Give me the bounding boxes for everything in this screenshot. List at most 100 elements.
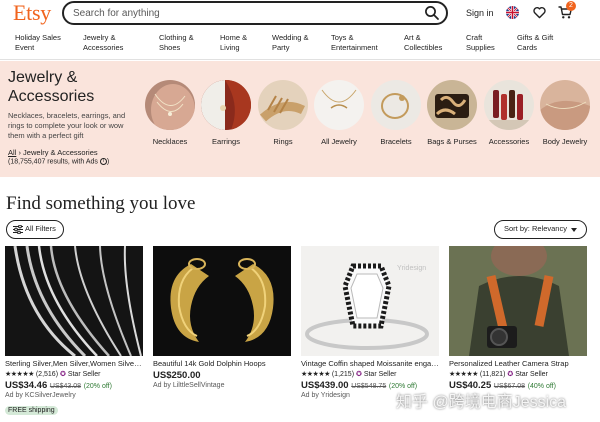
results-count-close: ) xyxy=(106,158,110,166)
site-header: Etsy Sign in 2 xyxy=(0,0,600,28)
subcategory-label: Bracelets xyxy=(380,137,412,146)
ad-by-shop[interactable]: Ad by KCSilverJewelry xyxy=(5,392,143,399)
star-seller-icon: ✪ xyxy=(355,371,362,378)
page-title: Jewelry & Accessories xyxy=(8,69,95,105)
sort-label: Sort by: xyxy=(504,224,530,233)
subcategory-body-jewelry[interactable]: Body Jewelry xyxy=(540,80,590,146)
category-link[interactable]: Craft Supplies xyxy=(466,33,506,53)
all-filters-button[interactable]: All Filters xyxy=(6,220,64,239)
subcategory-label: Body Jewelry xyxy=(542,137,588,146)
listing-title[interactable]: Vintage Coffin shaped Moissanite engagem… xyxy=(301,359,439,368)
subcategory-all-jewelry[interactable]: All Jewelry xyxy=(314,80,364,146)
category-link[interactable]: Holiday Sales Event xyxy=(15,33,73,53)
listing-rating: ★★★★★ (11,821) ✪ Star Seller xyxy=(449,370,587,378)
category-link[interactable]: Home & Living xyxy=(220,33,260,53)
all-jewelry-image xyxy=(314,80,364,130)
filter-sliders-icon xyxy=(13,225,23,234)
subcategory-label: Bags & Purses xyxy=(427,137,477,146)
listing-rating: ★★★★★ (2,516) ✪ Star Seller xyxy=(5,370,143,378)
bags-image xyxy=(427,80,477,130)
category-link[interactable]: Jewelry & Accessories xyxy=(83,33,141,53)
star-seller-icon: ✪ xyxy=(507,371,514,378)
category-link[interactable]: Toys & Entertainment xyxy=(331,33,391,53)
svg-text:Yridesign: Yridesign xyxy=(397,265,426,272)
listing-rating: ★★★★★ (1,215) ✪ Star Seller xyxy=(301,370,439,378)
earrings-image xyxy=(201,80,251,130)
star-seller-label: Star Seller xyxy=(67,371,101,378)
subcategory-accessories[interactable]: Accessories xyxy=(484,80,534,146)
uk-flag-icon[interactable] xyxy=(506,6,519,19)
breadcrumb: All › Jewelry & Accessories xyxy=(8,148,98,157)
listing-price: US$250.00 xyxy=(153,370,291,381)
review-count: (2,516) xyxy=(35,371,59,378)
category-link[interactable]: Wedding & Party xyxy=(272,33,320,53)
rating-stars: ★★★★★ xyxy=(5,371,34,378)
subcategory-label: Earrings xyxy=(212,137,240,146)
accessories-image xyxy=(484,80,534,130)
listing-card[interactable]: Sterling Silver,Men Silver,Women Silver … xyxy=(5,246,143,417)
current-price: US$250.00 xyxy=(153,370,201,381)
search-input[interactable] xyxy=(73,6,403,21)
category-hero: Jewelry & Accessories Necklaces, bracele… xyxy=(0,61,600,177)
breadcrumb-separator: › xyxy=(18,148,21,157)
breadcrumb-all-link[interactable]: All xyxy=(8,148,16,157)
listing-card[interactable]: Personalized Leather Camera Strap ★★★★★ … xyxy=(449,246,587,391)
listing-title[interactable]: Personalized Leather Camera Strap xyxy=(449,359,587,368)
sign-in-link[interactable]: Sign in xyxy=(466,8,494,18)
subcategory-earrings[interactable]: Earrings xyxy=(201,80,251,146)
star-seller-label: Star Seller xyxy=(515,371,548,378)
rings-image xyxy=(258,80,308,130)
subcategory-necklaces[interactable]: Necklaces xyxy=(145,80,195,146)
search-bar xyxy=(62,1,448,25)
cart-count-badge: 2 xyxy=(566,1,576,11)
current-price: US$34.46 xyxy=(5,380,48,391)
discount-percent: (20% off) xyxy=(83,383,112,390)
star-seller-label: Star Seller xyxy=(363,371,397,378)
necklaces-image xyxy=(145,80,195,130)
bracelets-image xyxy=(371,80,421,130)
category-description: Necklaces, bracelets, earrings, and ring… xyxy=(8,111,126,140)
listing-image-coffin-ring[interactable]: Yridesign xyxy=(301,246,439,356)
current-price: US$439.00 xyxy=(301,380,349,391)
subcategory-label: Accessories xyxy=(488,137,530,146)
section-heading: Find something you love xyxy=(6,193,196,214)
caret-down-icon xyxy=(571,228,577,232)
info-icon[interactable]: i xyxy=(99,158,107,165)
ad-by-shop[interactable]: Ad by LilttleSellVintage xyxy=(153,382,291,389)
category-link[interactable]: Art & Collectibles xyxy=(404,33,456,53)
subcategory-bags-purses[interactable]: Bags & Purses xyxy=(427,80,477,146)
listing-title[interactable]: Sterling Silver,Men Silver,Women Silver … xyxy=(5,359,143,368)
review-count: (11,821) xyxy=(479,371,506,378)
results-count-text: (18,755,407 results, with Ads xyxy=(8,158,98,166)
watermark: 知乎 @跨境电商Jessica xyxy=(396,394,567,411)
category-link[interactable]: Gifts & Gift Cards xyxy=(517,33,567,53)
original-price: US$548.75 xyxy=(351,383,387,390)
original-price: US$43.08 xyxy=(49,383,82,390)
breadcrumb-current: Jewelry & Accessories xyxy=(23,148,98,157)
free-shipping-badge: FREE shipping xyxy=(5,406,58,415)
listing-image-camera-strap[interactable] xyxy=(449,246,587,356)
subcategory-label: Necklaces xyxy=(152,137,188,146)
listing-title[interactable]: Beautiful 14k Gold Dolphin Hoops xyxy=(153,359,291,368)
subcategory-bracelets[interactable]: Bracelets xyxy=(371,80,421,146)
star-seller-icon: ✪ xyxy=(59,371,66,378)
listing-image-dolphin-hoops[interactable] xyxy=(153,246,291,356)
body-jewelry-image xyxy=(540,80,590,130)
favorites-heart-icon[interactable] xyxy=(533,6,546,19)
review-count: (1,215) xyxy=(331,371,355,378)
all-filters-label: All Filters xyxy=(25,224,56,233)
sort-dropdown[interactable]: Sort by: Relevancy xyxy=(494,220,587,239)
listing-image-silver-chains[interactable] xyxy=(5,246,143,356)
search-icon[interactable] xyxy=(424,5,440,21)
category-link[interactable]: Clothing & Shoes xyxy=(159,33,209,53)
listing-price: US$34.46 US$43.08 (20% off) xyxy=(5,380,143,391)
listing-card[interactable]: Beautiful 14k Gold Dolphin Hoops US$250.… xyxy=(153,246,291,389)
results-count: (18,755,407 results, with Ads i) xyxy=(8,158,109,165)
category-nav: Holiday Sales Event Jewelry & Accessorie… xyxy=(0,30,600,60)
rating-stars: ★★★★★ xyxy=(301,371,330,378)
subcategory-rings[interactable]: Rings xyxy=(258,80,308,146)
sort-value: Relevancy xyxy=(531,224,567,233)
subcategory-label: Rings xyxy=(273,137,293,146)
listing-card[interactable]: Yridesign Vintage Coffin shaped Moissani… xyxy=(301,246,439,399)
etsy-logo[interactable]: Etsy xyxy=(13,0,51,26)
